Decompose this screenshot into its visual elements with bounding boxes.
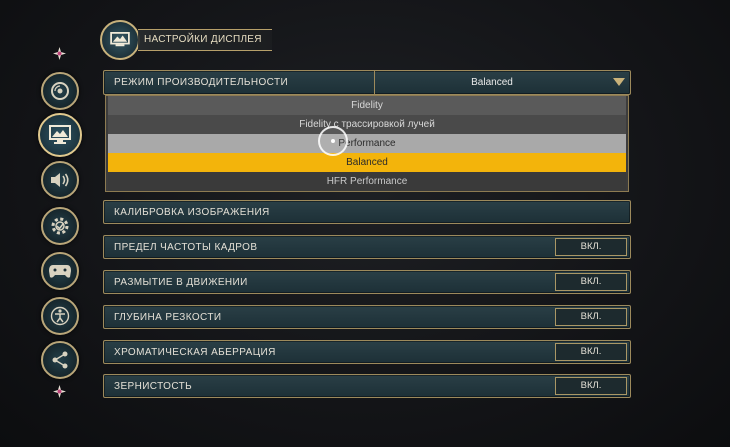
setting-row-framerate-limit[interactable]: ПРЕДЕЛ ЧАСТОТЫ КАДРОВ ВКЛ. xyxy=(103,235,631,259)
setting-row-film-grain[interactable]: ЗЕРНИСТОСТЬ ВКЛ. xyxy=(103,374,631,398)
header-display-icon xyxy=(100,20,140,60)
page-title: НАСТРОЙКИ ДИСПЛЕЯ xyxy=(138,29,272,51)
nav-display-button[interactable] xyxy=(38,113,82,157)
performance-mode-select[interactable]: РЕЖИМ ПРОИЗВОДИТЕЛЬНОСТИ Balanced xyxy=(103,70,631,95)
setting-row-motion-blur[interactable]: РАЗМЫТИЕ В ДВИЖЕНИИ ВКЛ. xyxy=(103,270,631,294)
setting-label: РАЗМЫТИЕ В ДВИЖЕНИИ xyxy=(114,277,248,288)
toggle-value[interactable]: ВКЛ. xyxy=(555,238,627,256)
nav-controller-button[interactable] xyxy=(41,252,79,290)
toggle-value[interactable]: ВКЛ. xyxy=(555,308,627,326)
option-balanced[interactable]: Balanced xyxy=(108,153,626,172)
share-icon xyxy=(52,351,68,369)
performance-mode-label: РЕЖИМ ПРОИЗВОДИТЕЛЬНОСТИ xyxy=(114,77,289,88)
nav-audio-button[interactable] xyxy=(41,161,79,199)
nav-disc-button[interactable] xyxy=(41,72,79,110)
option-performance[interactable]: Performance xyxy=(108,134,626,153)
setting-label: ХРОМАТИЧЕСКАЯ АБЕРРАЦИЯ xyxy=(114,347,276,358)
setting-label: ЗЕРНИСТОСТЬ xyxy=(114,381,193,392)
setting-label: ПРЕДЕЛ ЧАСТОТЫ КАДРОВ xyxy=(114,242,258,253)
disc-icon xyxy=(51,82,69,100)
option-fidelity[interactable]: Fidelity xyxy=(108,96,626,115)
nav-up-icon xyxy=(53,47,66,60)
display-settings-icon xyxy=(110,32,130,47)
toggle-value[interactable]: ВКЛ. xyxy=(555,273,627,291)
nav-accessibility-button[interactable] xyxy=(41,297,79,335)
audio-icon xyxy=(51,173,69,187)
setting-row-chromatic-aberration[interactable]: ХРОМАТИЧЕСКАЯ АБЕРРАЦИЯ ВКЛ. xyxy=(103,340,631,364)
nav-gameplay-button[interactable] xyxy=(41,207,79,245)
nav-down-icon xyxy=(53,385,66,398)
toggle-value[interactable]: ВКЛ. xyxy=(555,343,627,361)
cursor-dot xyxy=(331,139,335,143)
option-hfr-performance[interactable]: HFR Performance xyxy=(108,172,626,191)
option-fidelity-raytracing[interactable]: Fidelity с трассировкой лучей xyxy=(108,115,626,134)
accessibility-icon xyxy=(50,306,70,326)
chevron-down-icon[interactable] xyxy=(613,78,625,86)
setting-label: ГЛУБИНА РЕЗКОСТИ xyxy=(114,312,222,323)
display-icon xyxy=(49,125,71,144)
toggle-value[interactable]: ВКЛ. xyxy=(555,377,627,395)
performance-mode-value: Balanced xyxy=(471,77,513,88)
controller-icon xyxy=(49,265,71,278)
setting-row-calibration[interactable]: КАЛИБРОВКА ИЗОБРАЖЕНИЯ xyxy=(103,200,631,224)
performance-mode-dropdown: Fidelity Fidelity с трассировкой лучей P… xyxy=(105,95,629,192)
nav-share-button[interactable] xyxy=(41,341,79,379)
gameplay-gear-icon xyxy=(51,217,69,235)
setting-row-depth-of-field[interactable]: ГЛУБИНА РЕЗКОСТИ ВКЛ. xyxy=(103,305,631,329)
setting-label: КАЛИБРОВКА ИЗОБРАЖЕНИЯ xyxy=(114,207,270,218)
